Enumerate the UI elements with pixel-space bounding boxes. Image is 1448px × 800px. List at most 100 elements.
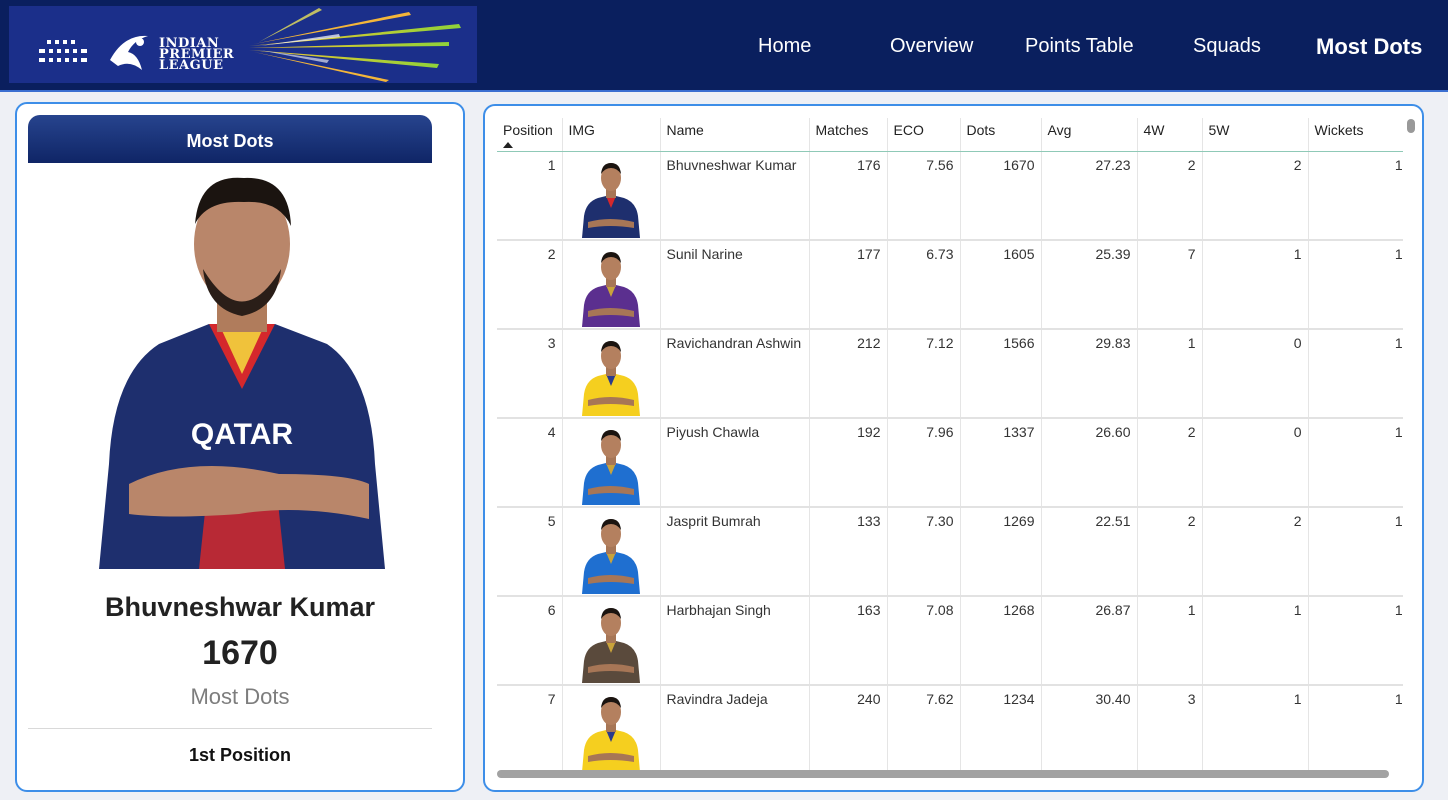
cell-wickets: 18 (1308, 151, 1403, 241)
nav-overview[interactable]: Overview (890, 35, 973, 58)
cell-dots: 1337 (960, 418, 1042, 508)
player-thumbnail (582, 608, 640, 683)
dots-value: 1670 (202, 634, 278, 672)
grid-menu-icon[interactable] (39, 40, 89, 66)
cell-matches: 163 (809, 596, 888, 686)
cell-dots: 1234 (960, 685, 1042, 773)
column-header-4w[interactable]: 4W (1137, 118, 1203, 152)
cell-matches: 133 (809, 507, 888, 597)
divider (28, 728, 432, 729)
player-name: Bhuvneshwar Kumar (104, 592, 376, 622)
cell-eco: 7.96 (887, 418, 961, 508)
table-row[interactable]: 4 Piyush Chawla1927.96133726.602019 (497, 418, 1403, 508)
table-row[interactable]: 2 Sunil Narine1776.73160525.397118 (497, 240, 1403, 330)
horizontal-scrollbar[interactable] (497, 770, 1389, 778)
column-header-wickets[interactable]: Wickets (1308, 118, 1403, 152)
table-row[interactable]: 7 Ravindra Jadeja2407.62123430.403116 (497, 685, 1403, 773)
cell-dots: 1268 (960, 596, 1042, 686)
cell-img (562, 685, 661, 773)
column-header-eco[interactable]: ECO (887, 118, 961, 152)
cell-img (562, 596, 661, 686)
cell-position: 1 (497, 151, 563, 241)
top-player-card: Most Dots QATAR Bhuvneshwar Kumar 1670 M… (15, 102, 465, 792)
cell-position: 3 (497, 329, 563, 419)
cell-matches: 192 (809, 418, 888, 508)
cell-avg: 26.60 (1041, 418, 1138, 508)
cell-eco: 7.30 (887, 507, 961, 597)
column-header-avg[interactable]: Avg (1041, 118, 1138, 152)
cell-5w: 0 (1202, 329, 1309, 419)
cell-position: 5 (497, 507, 563, 597)
cell-matches: 177 (809, 240, 888, 330)
column-header-name[interactable]: Name (660, 118, 810, 152)
batsman-emblem-icon (110, 35, 148, 70)
cell-position: 6 (497, 596, 563, 686)
cell-5w: 1 (1202, 240, 1309, 330)
player-photo: QATAR (99, 177, 385, 569)
cell-wickets: 19 (1308, 418, 1403, 508)
cell-matches: 212 (809, 329, 888, 419)
player-thumbnail (582, 697, 640, 772)
cell-4w: 1 (1137, 329, 1203, 419)
cell-img (562, 507, 661, 597)
nav-most-dots[interactable]: Most Dots (1316, 34, 1422, 60)
cell-5w: 2 (1202, 507, 1309, 597)
cell-5w: 1 (1202, 596, 1309, 686)
cell-avg: 29.83 (1041, 329, 1138, 419)
cell-4w: 7 (1137, 240, 1203, 330)
column-header-dots[interactable]: Dots (960, 118, 1042, 152)
cell-avg: 30.40 (1041, 685, 1138, 773)
cell-wickets: 15 (1308, 596, 1403, 686)
cell-position: 4 (497, 418, 563, 508)
table-row[interactable]: 3 Ravichandran Ashwin2127.12156629.831018 (497, 329, 1403, 419)
column-header-5w[interactable]: 5W (1202, 118, 1309, 152)
cell-img (562, 418, 661, 508)
cell-4w: 1 (1137, 596, 1203, 686)
cell-name: Piyush Chawla (660, 418, 810, 508)
cell-eco: 6.73 (887, 240, 961, 330)
cell-dots: 1566 (960, 329, 1042, 419)
player-thumbnail (582, 430, 640, 505)
cell-img (562, 240, 661, 330)
cell-wickets: 16 (1308, 507, 1403, 597)
cell-eco: 7.08 (887, 596, 961, 686)
cell-position: 2 (497, 240, 563, 330)
cell-name: Harbhajan Singh (660, 596, 810, 686)
metric-label: Most Dots (190, 684, 290, 709)
table-row[interactable]: 1Bhuvneshwar Kumar1767.56167027.232218 (497, 151, 1403, 241)
cell-4w: 2 (1137, 418, 1203, 508)
cell-wickets: 18 (1308, 329, 1403, 419)
cell-4w: 2 (1137, 151, 1203, 241)
cell-name: Ravindra Jadeja (660, 685, 810, 773)
logo-wordmark: INDIAN PREMIER LEAGUE (159, 36, 235, 73)
cell-dots: 1605 (960, 240, 1042, 330)
most-dots-table-card: Position IMG Name Matches ECO Dots Avg 4… (483, 104, 1424, 792)
cell-name: Jasprit Bumrah (660, 507, 810, 597)
table-viewport[interactable]: Position IMG Name Matches ECO Dots Avg 4… (497, 118, 1403, 773)
nav-points-table[interactable]: Points Table (1025, 35, 1134, 58)
sort-ascending-icon (503, 142, 513, 148)
cell-name: Bhuvneshwar Kumar (660, 151, 810, 241)
nav-home[interactable]: Home (758, 35, 811, 58)
vertical-scrollbar[interactable] (1407, 119, 1415, 133)
table-row[interactable]: 5Jasprit Bumrah1337.30126922.512216 (497, 507, 1403, 597)
ipl-logo[interactable]: INDIAN PREMIER LEAGUE (9, 6, 477, 83)
cell-img (562, 151, 661, 241)
cell-dots: 1670 (960, 151, 1042, 241)
column-header-position[interactable]: Position (497, 118, 563, 152)
cell-eco: 7.12 (887, 329, 961, 419)
column-header-img[interactable]: IMG (562, 118, 661, 152)
cell-name: Sunil Narine (660, 240, 810, 330)
position-label: 1st Position (188, 745, 291, 765)
cell-avg: 27.23 (1041, 151, 1138, 241)
most-dots-table: Position IMG Name Matches ECO Dots Avg 4… (497, 118, 1403, 773)
svg-text:QATAR: QATAR (191, 418, 294, 451)
cell-avg: 25.39 (1041, 240, 1138, 330)
column-header-matches[interactable]: Matches (809, 118, 888, 152)
cell-5w: 2 (1202, 151, 1309, 241)
cell-name: Ravichandran Ashwin (660, 329, 810, 419)
nav-squads[interactable]: Squads (1193, 35, 1261, 58)
cell-matches: 176 (809, 151, 888, 241)
player-thumbnail (582, 519, 640, 594)
table-row[interactable]: 6Harbhajan Singh1637.08126826.871115 (497, 596, 1403, 686)
